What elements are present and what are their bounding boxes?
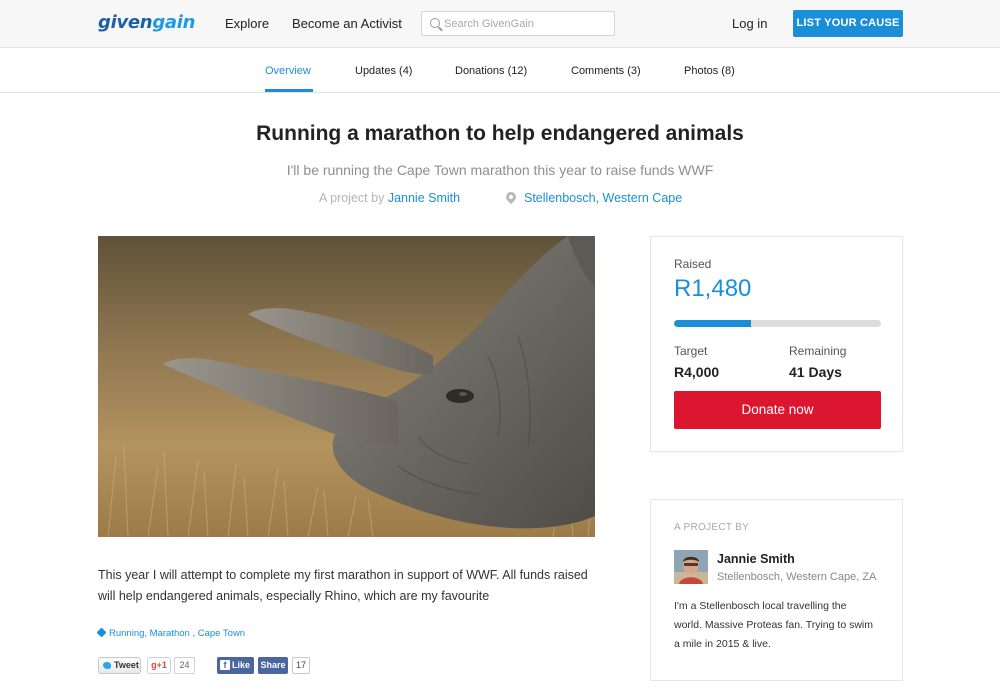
remaining-label: Remaining bbox=[789, 344, 847, 358]
project-description: This year I will attempt to complete my … bbox=[98, 568, 588, 603]
avatar-photo bbox=[674, 550, 708, 584]
project-owner-card: A PROJECT BY Jannie Smith Stellenbosch, … bbox=[650, 499, 903, 681]
funding-progress-bar bbox=[674, 320, 881, 327]
twitter-bird-icon bbox=[103, 662, 111, 669]
project-by-heading: A PROJECT BY bbox=[674, 522, 750, 533]
page-title: Running a marathon to help endangered an… bbox=[256, 122, 744, 145]
facebook-share-button[interactable]: Share bbox=[258, 657, 288, 674]
search-box[interactable] bbox=[421, 11, 615, 36]
author-link[interactable]: Jannie Smith bbox=[388, 191, 460, 205]
tab-donations[interactable]: Donations (12) bbox=[455, 65, 527, 77]
owner-name-link[interactable]: Jannie Smith bbox=[717, 552, 795, 566]
raised-label: Raised bbox=[674, 257, 712, 271]
nav-become-activist-link[interactable]: Become an Activist bbox=[292, 16, 402, 31]
tag-icon bbox=[96, 627, 107, 638]
tab-updates[interactable]: Updates (4) bbox=[355, 65, 412, 77]
byline-prefix: A project by bbox=[319, 191, 385, 205]
avatar[interactable] bbox=[674, 550, 708, 584]
project-tabs: Overview Updates (4) Donations (12) Comm… bbox=[0, 48, 1000, 93]
target-value: R4,000 bbox=[674, 364, 720, 380]
tab-overview[interactable]: Overview bbox=[265, 65, 311, 77]
remaining-value: 41 Days bbox=[789, 364, 842, 380]
givengain-logo[interactable]: givengain bbox=[98, 12, 195, 33]
target-label: Target bbox=[674, 344, 708, 358]
page-subtitle: I'll be running the Cape Town marathon t… bbox=[286, 162, 714, 178]
funding-card: Raised R1,480 Target R4,000 Remaining 41… bbox=[650, 236, 903, 452]
funding-progress-fill bbox=[674, 320, 751, 327]
donate-now-button[interactable]: Donate now bbox=[674, 391, 881, 429]
gplus-count: 24 bbox=[174, 657, 195, 674]
facebook-share-count: 17 bbox=[292, 657, 310, 674]
tag-cape-town[interactable]: Cape Town bbox=[198, 628, 245, 639]
raised-amount: R1,480 bbox=[674, 275, 752, 302]
byline: A project by Jannie Smith bbox=[319, 191, 460, 205]
rhino-photo bbox=[98, 236, 595, 537]
tweet-button[interactable]: Tweet bbox=[98, 657, 141, 674]
tag-marathon[interactable]: Marathon bbox=[150, 628, 190, 639]
tag-list: Running, Marathon , Cape Town bbox=[96, 627, 245, 639]
tab-comments[interactable]: Comments (3) bbox=[571, 65, 641, 77]
owner-location: Stellenbosch, Western Cape, ZA bbox=[717, 571, 877, 583]
search-icon bbox=[430, 18, 440, 28]
location-link[interactable]: Stellenbosch, Western Cape bbox=[503, 189, 683, 205]
list-your-cause-button[interactable]: LIST YOUR CAUSE bbox=[793, 10, 903, 37]
gplus-button[interactable]: g+1 bbox=[147, 657, 171, 674]
tag-running[interactable]: Running bbox=[109, 628, 144, 639]
project-image bbox=[98, 236, 595, 537]
search-input[interactable] bbox=[444, 15, 609, 32]
location-pin-icon bbox=[503, 189, 519, 205]
active-tab-indicator bbox=[265, 89, 313, 92]
login-link[interactable]: Log in bbox=[732, 16, 767, 31]
top-header: givengain Explore Become an Activist Log… bbox=[0, 0, 1000, 48]
facebook-icon: f bbox=[220, 660, 230, 670]
nav-explore-link[interactable]: Explore bbox=[225, 16, 269, 31]
owner-bio: I'm a Stellenbosch local travelling the … bbox=[674, 600, 873, 650]
tab-photos[interactable]: Photos (8) bbox=[684, 65, 735, 77]
location-label: Stellenbosch, Western Cape bbox=[524, 191, 683, 205]
facebook-like-button[interactable]: f Like bbox=[217, 657, 254, 674]
